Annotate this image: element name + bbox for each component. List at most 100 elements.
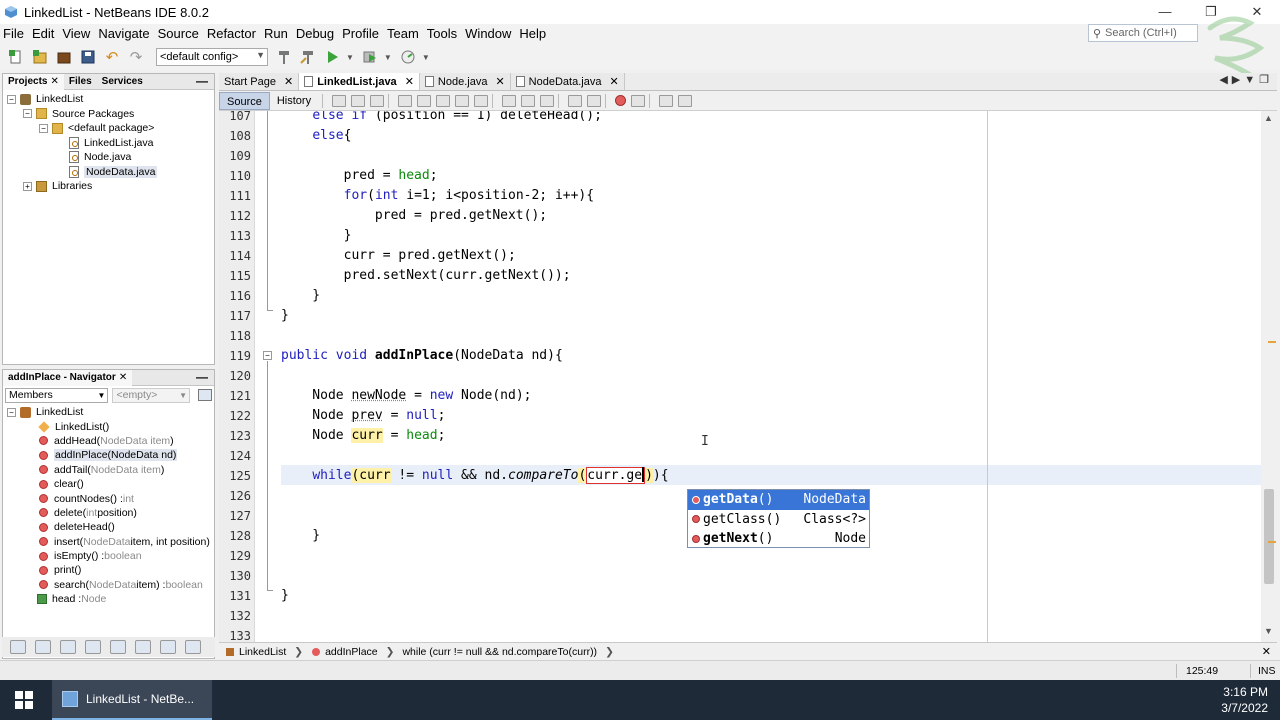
tab-services[interactable]: Services (97, 74, 148, 90)
run-dropdown-icon[interactable]: ▼ (346, 53, 354, 62)
member-item[interactable]: insert(NodeData item, int position) (3, 535, 214, 549)
completion-item[interactable]: getClass() Class<?> (688, 510, 869, 530)
minimize-panel-icon[interactable]: — (196, 370, 208, 384)
sort-icon[interactable] (135, 640, 151, 654)
search-input[interactable]: ⚲ Search (Ctrl+I) (1088, 24, 1198, 42)
uncomment-icon[interactable] (678, 94, 693, 107)
warning-marker[interactable] (1268, 341, 1276, 343)
tab-start-page[interactable]: Start Page ✕ (219, 73, 300, 90)
save-all-icon[interactable] (78, 47, 98, 67)
warning-marker[interactable] (1268, 541, 1276, 543)
menu-navigate[interactable]: Navigate (94, 24, 153, 44)
scroll-down-icon[interactable]: ▼ (1264, 626, 1273, 636)
expand-icon[interactable]: + (23, 181, 32, 191)
member-item[interactable]: addTail(NodeData item) (3, 463, 214, 477)
breadcrumb-statement[interactable]: while (curr != null && nd.compareTo(curr… (402, 646, 597, 658)
vertical-scrollbar[interactable]: ▲ ▼ (1261, 111, 1277, 642)
shift-left-icon[interactable] (568, 94, 583, 107)
profile-dropdown-icon[interactable]: ▼ (422, 53, 430, 62)
profile-icon[interactable] (398, 47, 418, 67)
members-filter-select[interactable]: Members ▼ (5, 387, 109, 403)
tree-item-libraries[interactable]: + Libraries (3, 179, 214, 194)
member-item[interactable]: addHead(NodeData item) (3, 434, 214, 448)
debug-icon[interactable] (360, 47, 380, 67)
collapse-icon[interactable]: − (7, 94, 16, 104)
tab-nodedata-java[interactable]: NodeData.java ✕ (510, 73, 625, 90)
member-item[interactable]: LinkedList() (3, 419, 214, 433)
code-editor[interactable]: 107 108 109 110 111 112 113 114 115 116 117 118 119 1… (219, 111, 1277, 642)
redo-icon[interactable]: ↷ (126, 47, 146, 67)
tree-item-nodedata-java[interactable]: NodeData.java (3, 165, 214, 180)
navigator-options-icon[interactable] (198, 389, 213, 401)
filter-methods-icon[interactable] (110, 640, 126, 654)
menu-debug[interactable]: Debug (292, 24, 338, 44)
menu-file[interactable]: File (0, 24, 28, 44)
menu-profile[interactable]: Profile (338, 24, 383, 44)
minimize-panel-icon[interactable]: — (196, 74, 208, 88)
tab-projects[interactable]: Projects ✕ (3, 73, 64, 90)
menu-edit[interactable]: Edit (28, 24, 58, 44)
run-icon[interactable] (322, 47, 342, 67)
sort-by-source-icon[interactable] (185, 640, 201, 654)
build-icon[interactable] (274, 47, 294, 67)
member-item[interactable]: isEmpty() : boolean (3, 549, 214, 563)
close-tab-icon[interactable]: ✕ (405, 75, 414, 88)
start-macro-icon[interactable] (615, 95, 627, 106)
collapse-icon[interactable]: − (23, 109, 32, 119)
filter-static-icon[interactable] (35, 640, 51, 654)
member-item[interactable]: head : Node (3, 592, 214, 606)
close-tab-icon[interactable]: ✕ (609, 75, 618, 88)
find-previous-icon[interactable] (417, 94, 432, 107)
close-tab-icon[interactable]: ✕ (495, 75, 504, 88)
menu-tools[interactable]: Tools (423, 24, 461, 44)
next-bookmark-icon[interactable] (521, 94, 536, 107)
fold-toggle-icon[interactable]: − (263, 351, 272, 360)
back-icon[interactable] (351, 94, 366, 107)
completion-item-selected[interactable]: getData() NodeData (688, 490, 869, 510)
new-project-icon[interactable] (30, 47, 50, 67)
collapse-icon[interactable]: − (7, 407, 16, 417)
clean-build-icon[interactable] (298, 47, 318, 67)
config-select[interactable]: <default config> ▼ (156, 48, 268, 66)
secondary-filter-select[interactable]: <empty> ▼ (112, 387, 191, 403)
tab-node-java[interactable]: Node.java ✕ (419, 73, 511, 90)
find-next-icon[interactable] (436, 94, 451, 107)
tab-files[interactable]: Files (64, 74, 97, 90)
member-item[interactable]: countNodes() : int (3, 491, 214, 505)
tab-linkedlist-java[interactable]: LinkedList.java ✕ (299, 73, 420, 90)
last-edit-icon[interactable] (332, 94, 347, 107)
navigator-root[interactable]: − LinkedList (3, 405, 214, 419)
collapse-icon[interactable]: − (39, 123, 48, 133)
menu-refactor[interactable]: Refactor (203, 24, 260, 44)
prev-bookmark-icon[interactable] (502, 94, 517, 107)
member-item[interactable]: deleteHead() (3, 520, 214, 534)
find-selection-icon[interactable] (455, 94, 470, 107)
tree-item-project[interactable]: − LinkedList (3, 92, 214, 107)
minimize-button[interactable]: — (1142, 0, 1188, 24)
taskbar-app-netbeans[interactable]: LinkedList - NetBe... (52, 680, 212, 720)
breadcrumb-method[interactable]: addInPlace (311, 646, 378, 658)
filter-inherited-icon[interactable] (85, 640, 101, 654)
breadcrumb-class[interactable]: LinkedList (225, 646, 286, 658)
filter-nonpublic-icon[interactable] (60, 640, 76, 654)
history-button[interactable]: History (270, 92, 318, 110)
menu-team[interactable]: Team (383, 24, 423, 44)
stop-macro-icon[interactable] (631, 94, 646, 107)
completion-item[interactable]: getNext() Node (688, 529, 869, 549)
toggle-highlight-icon[interactable] (474, 94, 489, 107)
tree-item-linkedlist-java[interactable]: LinkedList.java (3, 136, 214, 151)
member-item[interactable]: delete(int position) (3, 506, 214, 520)
tree-item-node-java[interactable]: Node.java (3, 150, 214, 165)
scroll-up-icon[interactable]: ▲ (1264, 113, 1273, 123)
new-file-icon[interactable] (6, 47, 26, 67)
menu-view[interactable]: View (58, 24, 94, 44)
close-icon[interactable]: ✕ (1262, 645, 1271, 658)
menu-help[interactable]: Help (515, 24, 550, 44)
source-button[interactable]: Source (219, 91, 270, 110)
open-project-icon[interactable] (54, 47, 74, 67)
tree-item-source-packages[interactable]: − Source Packages (3, 107, 214, 122)
tab-controls[interactable]: ◀▶▼❐ (1219, 73, 1273, 86)
start-button[interactable] (0, 680, 48, 720)
menu-run[interactable]: Run (260, 24, 292, 44)
menu-source[interactable]: Source (154, 24, 203, 44)
